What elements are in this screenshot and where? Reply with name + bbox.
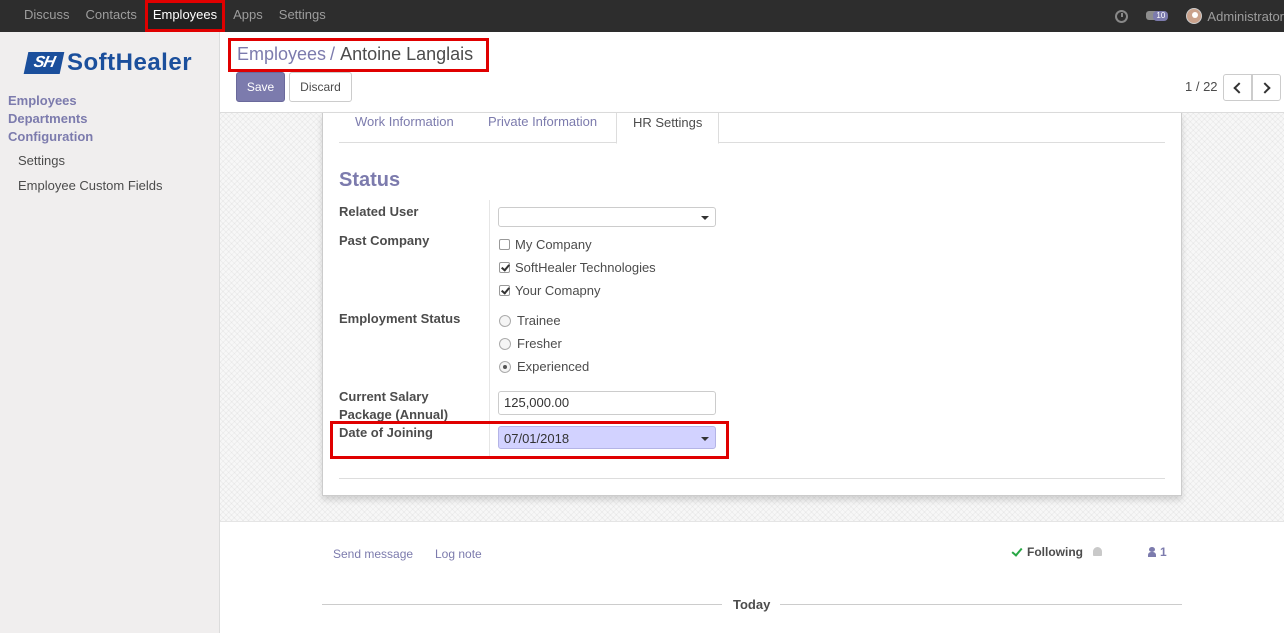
- checkbox[interactable]: [499, 239, 510, 250]
- log-note-link[interactable]: Log note: [435, 547, 482, 561]
- check-icon: [1012, 548, 1023, 556]
- messages-icon[interactable]: 10: [1146, 9, 1170, 23]
- activity-clock-icon[interactable]: [1115, 9, 1129, 23]
- bell-icon[interactable]: [1093, 547, 1102, 556]
- notebook-tabs: Work Information Private Information HR …: [339, 113, 1165, 144]
- sidebar-item-employee-custom-fields[interactable]: Employee Custom Fields: [18, 178, 163, 193]
- notification-badge: 10: [1153, 11, 1169, 21]
- sidebar-section-employees[interactable]: Employees: [8, 93, 77, 108]
- pager-next-button[interactable]: [1252, 74, 1281, 101]
- salary-label: Current Salary Package (Annual): [339, 388, 484, 424]
- sidebar-section-departments[interactable]: Departments: [8, 111, 87, 126]
- radio-checked[interactable]: [499, 360, 511, 373]
- discard-button[interactable]: Discard: [289, 72, 352, 102]
- breadcrumb-employees-link[interactable]: Employees: [237, 44, 326, 64]
- save-button[interactable]: Save: [236, 72, 285, 102]
- following-button[interactable]: Following: [1012, 545, 1083, 559]
- breadcrumb: Employees / Antoine Langlais: [228, 38, 489, 72]
- send-message-link[interactable]: Send message: [333, 547, 413, 561]
- chatter: Send message Log note Following 1 Today: [220, 521, 1284, 633]
- control-panel: Employees / Antoine Langlais Save Discard …: [220, 32, 1284, 113]
- employment-status-experienced[interactable]: Experienced: [499, 359, 589, 374]
- tab-work-information[interactable]: Work Information: [339, 113, 470, 143]
- salary-label-line2: Package (Annual): [339, 407, 449, 422]
- sheet-divider: [339, 478, 1165, 479]
- checkbox-checked[interactable]: [499, 262, 510, 273]
- sidebar-section-configuration[interactable]: Configuration: [8, 129, 93, 144]
- salary-label-line1: Current Salary: [339, 389, 429, 404]
- past-company-option-softhealer[interactable]: SoftHealer Technologies: [499, 260, 656, 275]
- radio-label: Trainee: [517, 313, 561, 328]
- label-divider: [489, 200, 490, 456]
- top-navbar: Discuss Contacts Employees Apps Settings…: [0, 0, 1284, 32]
- checkbox-label: SoftHealer Technologies: [515, 260, 656, 275]
- radio-label: Experienced: [517, 359, 590, 374]
- today-label: Today: [733, 597, 771, 612]
- section-title-status: Status: [339, 169, 401, 191]
- checkbox-label: Your Comapny: [515, 283, 601, 298]
- logo-mark: SH: [23, 52, 65, 74]
- company-logo: SH SoftHealer: [23, 48, 193, 78]
- sidebar: SH SoftHealer Employees Departments Conf…: [0, 32, 220, 633]
- radio[interactable]: [499, 337, 511, 350]
- today-divider-right: [780, 604, 1182, 605]
- employment-status-fresher[interactable]: Fresher: [499, 336, 562, 351]
- user-icon: [1148, 547, 1156, 557]
- menu-contacts[interactable]: Contacts: [78, 0, 145, 32]
- past-company-option-your-company[interactable]: Your Comapny: [499, 283, 601, 298]
- checkbox-checked[interactable]: [499, 285, 510, 296]
- pager-value[interactable]: 1 / 22: [1185, 79, 1218, 94]
- related-user-select[interactable]: [498, 207, 716, 227]
- salary-input[interactable]: 125,000.00: [498, 391, 716, 415]
- radio[interactable]: [499, 314, 511, 327]
- tab-private-information[interactable]: Private Information: [472, 113, 613, 143]
- app-menu: Discuss Contacts Employees Apps Settings: [16, 0, 334, 32]
- breadcrumb-current: Antoine Langlais: [340, 44, 474, 64]
- radio-label: Fresher: [517, 336, 562, 351]
- past-company-option-my-company[interactable]: My Company: [499, 237, 592, 252]
- form-sheet: Work Information Private Information HR …: [322, 113, 1182, 496]
- followers-button[interactable]: 1: [1148, 545, 1167, 559]
- menu-employees[interactable]: Employees: [144, 0, 226, 32]
- tab-hr-settings[interactable]: HR Settings: [616, 113, 720, 144]
- breadcrumb-separator: /: [330, 44, 336, 64]
- sidebar-item-settings[interactable]: Settings: [18, 153, 65, 168]
- menu-settings[interactable]: Settings: [271, 0, 334, 32]
- user-avatar[interactable]: [1186, 8, 1203, 24]
- employment-status-label: Employment Status: [339, 311, 461, 326]
- logo-text: SoftHealer: [67, 49, 193, 76]
- past-company-label: Past Company: [339, 233, 430, 248]
- checkbox-label: My Company: [515, 237, 592, 252]
- employment-status-trainee[interactable]: Trainee: [499, 313, 561, 328]
- followers-count: 1: [1160, 545, 1167, 559]
- highlight-box-date-of-joining: [330, 421, 729, 459]
- menu-apps[interactable]: Apps: [225, 0, 271, 32]
- menu-discuss[interactable]: Discuss: [16, 0, 78, 32]
- related-user-label: Related User: [339, 204, 419, 219]
- today-divider-left: [322, 604, 722, 605]
- systray: 10 Administrator: [1115, 0, 1284, 32]
- following-label: Following: [1027, 545, 1083, 559]
- pager-previous-button[interactable]: [1223, 74, 1252, 101]
- user-menu[interactable]: Administrator: [1207, 9, 1284, 24]
